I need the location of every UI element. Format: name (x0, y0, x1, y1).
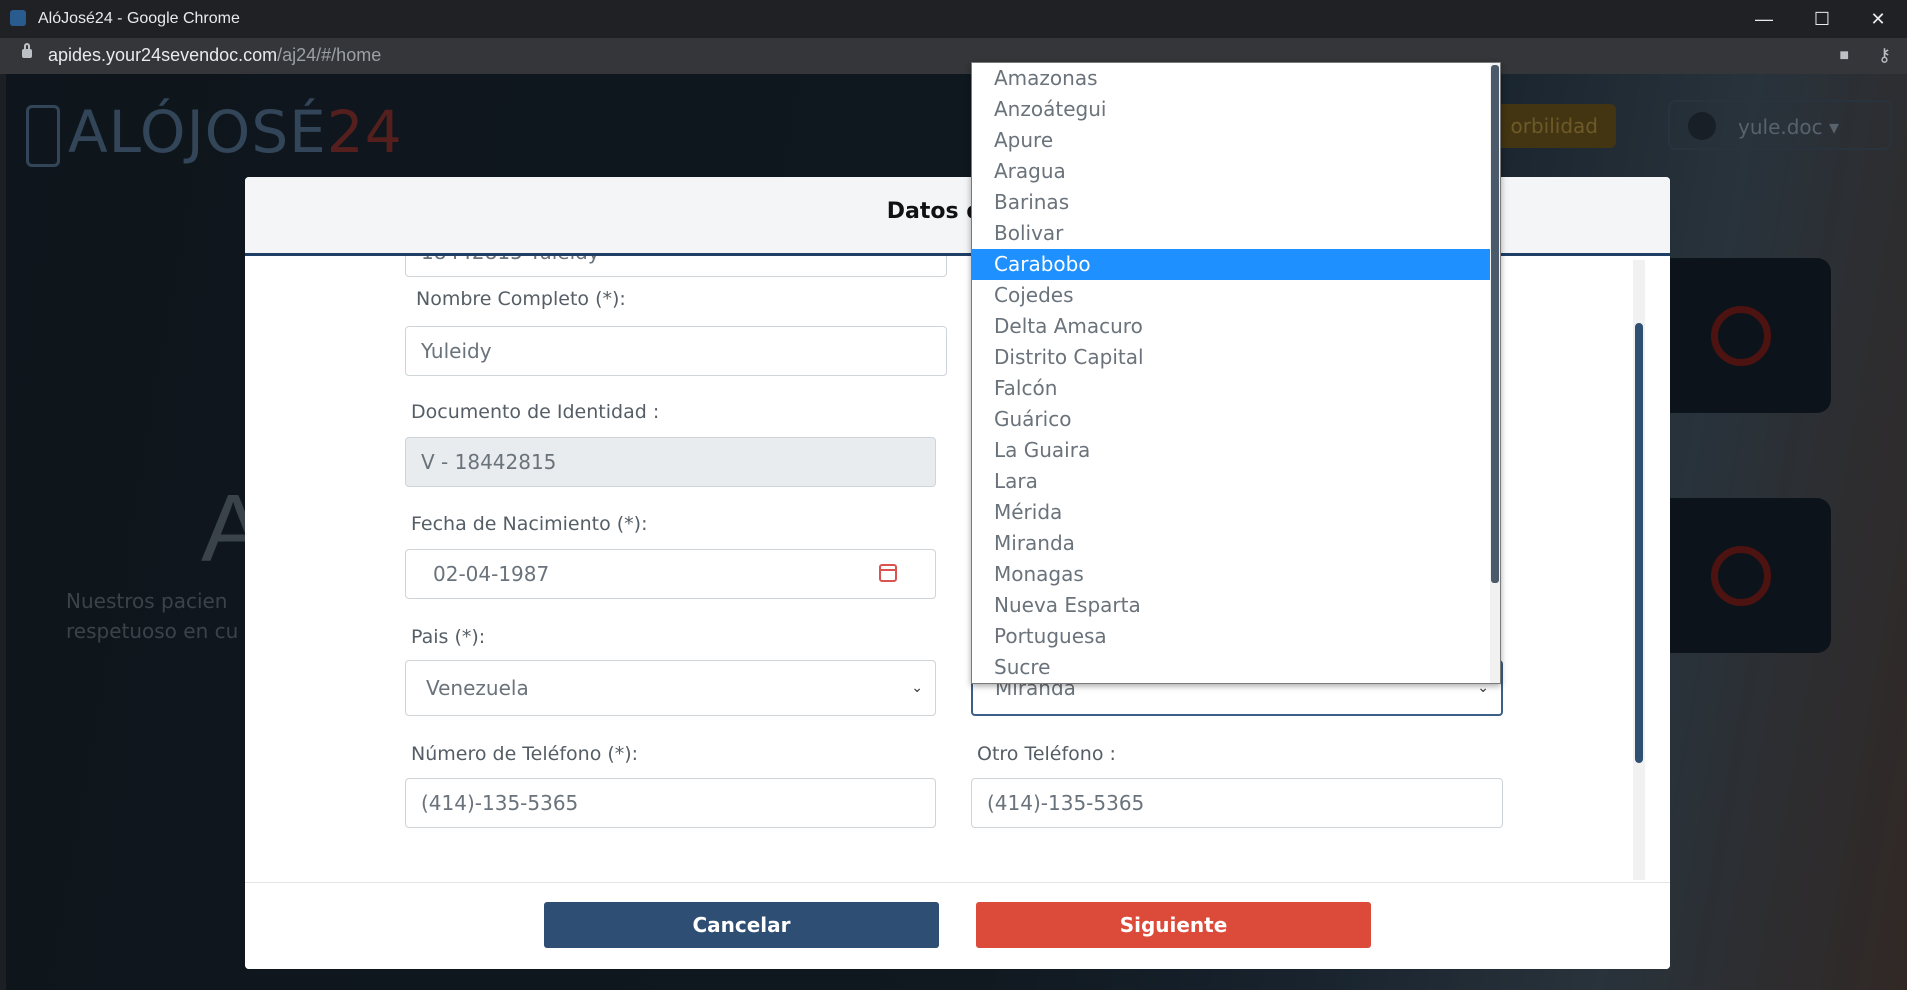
url-host: apides.your24sevendoc.com (48, 45, 278, 65)
otro-telefono-label: Otro Teléfono : (977, 743, 1116, 765)
estado-dropdown-list[interactable]: Amazonas Anzoátegui Apure Aragua Barinas Boli… (971, 62, 1501, 684)
dropdown-option[interactable]: Sucre (972, 652, 1500, 683)
dropdown-option[interactable]: Lara (972, 466, 1500, 497)
fecha-label: Fecha de Nacimiento (*): (411, 513, 648, 535)
dropdown-option[interactable]: Amazonas (972, 63, 1500, 94)
dropdown-option[interactable]: Distrito Capital (972, 342, 1500, 373)
lock-icon[interactable] (22, 43, 32, 58)
dropdown-option[interactable]: Falcón (972, 373, 1500, 404)
nombre-label: Nombre Completo (*): (416, 288, 626, 310)
calendar-icon[interactable] (879, 564, 897, 582)
dropdown-option[interactable]: Barinas (972, 187, 1500, 218)
dropdown-option[interactable]: Carabobo (972, 249, 1500, 280)
url-text[interactable]: apides.your24sevendoc.com/aj24/#/home (48, 45, 381, 66)
patient-select-field[interactable]: 18442815 Yuleidy (405, 256, 947, 277)
dropdown-option[interactable]: Aragua (972, 156, 1500, 187)
dropdown-option[interactable]: Bolivar (972, 218, 1500, 249)
dropdown-option[interactable]: Apure (972, 125, 1500, 156)
minimize-button[interactable]: — (1742, 4, 1786, 34)
telefono-input[interactable]: (414)-135-5365 (405, 778, 936, 828)
modal-footer: Cancelar Siguiente (245, 882, 1670, 969)
browser-titlebar: AlóJosé24 - Google Chrome — ☐ ✕ (0, 0, 1907, 38)
camera-icon[interactable]: ■ (1839, 47, 1849, 65)
telefono-label: Número de Teléfono (*): (411, 743, 639, 765)
dropdown-option[interactable]: Guárico (972, 404, 1500, 435)
modal-scrollbar-thumb[interactable] (1635, 323, 1643, 763)
maximize-button[interactable]: ☐ (1800, 4, 1844, 34)
dropdown-option[interactable]: Anzoátegui (972, 94, 1500, 125)
fecha-input[interactable]: 02-04-1987 (405, 549, 936, 599)
documento-label: Documento de Identidad : (411, 401, 660, 423)
dropdown-option[interactable]: Delta Amacuro (972, 311, 1500, 342)
dropdown-option[interactable]: Cojedes (972, 280, 1500, 311)
dropdown-option[interactable]: Mérida (972, 497, 1500, 528)
key-icon[interactable]: ⚷ (1878, 45, 1891, 66)
url-path: /aj24/#/home (277, 45, 382, 65)
dropdown-option[interactable]: La Guaira (972, 435, 1500, 466)
dropdown-option[interactable]: Miranda (972, 528, 1500, 559)
chevron-down-icon: ⌄ (911, 680, 923, 696)
address-bar[interactable]: apides.your24sevendoc.com/aj24/#/home ■ … (0, 38, 1907, 74)
dropdown-option[interactable]: Nueva Esparta (972, 590, 1500, 621)
next-button[interactable]: Siguiente (976, 902, 1371, 948)
pais-select[interactable]: Venezuela ⌄ (405, 660, 936, 716)
dropdown-option[interactable]: Portuguesa (972, 621, 1500, 652)
dropdown-option[interactable]: Monagas (972, 559, 1500, 590)
nombre-input[interactable]: Yuleidy (405, 326, 947, 376)
site-favicon-icon (10, 10, 26, 26)
dropdown-scrollbar-thumb[interactable] (1491, 65, 1499, 583)
pais-label: Pais (*): (411, 626, 486, 648)
window-title: AlóJosé24 - Google Chrome (38, 10, 240, 27)
documento-input: V - 18442815 (405, 437, 936, 487)
cancel-button[interactable]: Cancelar (544, 902, 939, 948)
otro-telefono-input[interactable]: (414)-135-5365 (971, 778, 1503, 828)
close-window-button[interactable]: ✕ (1856, 4, 1900, 34)
